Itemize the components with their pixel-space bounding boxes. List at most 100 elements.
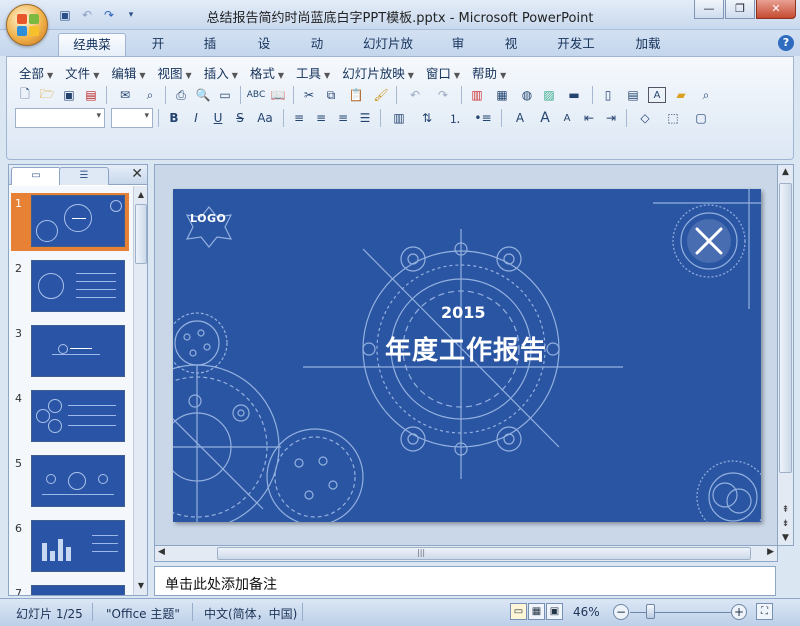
tab-classic-menu[interactable]: 经典菜单 (58, 33, 126, 74)
menu-window[interactable]: 窗口 ▼ (422, 63, 468, 81)
font-color-button[interactable]: A (507, 108, 533, 128)
tab-addins[interactable]: 加载项 (620, 33, 676, 73)
tab-developer[interactable]: 开发工具 (543, 33, 609, 73)
menu-edit[interactable]: 编辑 ▼ (107, 63, 153, 81)
menu-help[interactable]: 帮助 ▼ (468, 63, 514, 81)
columns-icon[interactable]: ▥ (386, 108, 412, 128)
textbox-icon[interactable]: A (648, 87, 666, 103)
email-icon[interactable]: ✉ (112, 85, 138, 105)
permission-icon[interactable]: ▤ (81, 85, 101, 105)
office-button[interactable] (6, 4, 48, 46)
menu-tools[interactable]: 工具 ▼ (292, 63, 338, 81)
panel-scrollbar[interactable]: ▲ ▼ (133, 186, 147, 595)
slide-vertical-scrollbar[interactable]: ▲ ⇞ ⇟ ▼ (778, 164, 794, 546)
italic-button[interactable]: I (186, 108, 206, 128)
current-slide[interactable]: LOGO 2015 年度工作报告 (173, 189, 761, 522)
slide-thumbnail[interactable]: 4 (11, 388, 129, 446)
print-preview-icon[interactable]: 🔍 (193, 85, 213, 105)
grow-font-button[interactable]: A (535, 108, 555, 128)
horizontal-scroll-thumb[interactable] (217, 547, 751, 560)
picture-icon[interactable]: ▨ (539, 85, 559, 105)
minimize-button[interactable]: — (694, 0, 724, 19)
next-slide-button[interactable]: ⇟ (778, 519, 793, 529)
tab-view[interactable]: 视图 (489, 33, 533, 73)
spelling-icon[interactable]: ABC (246, 85, 266, 105)
layout-icon[interactable]: ▭ (215, 85, 235, 105)
print-icon[interactable]: ⎙ (171, 85, 191, 105)
shrink-font-button[interactable]: A (557, 108, 577, 128)
align-center-icon[interactable]: ≡ (311, 108, 331, 128)
paste-icon[interactable]: 📋 (343, 85, 369, 105)
zoom-slider-thumb[interactable] (646, 604, 655, 619)
tab-slides[interactable]: ▭ (11, 167, 61, 185)
decrease-indent-icon[interactable]: ⇤ (579, 108, 599, 128)
slide-thumbnail[interactable]: 1 (11, 193, 129, 251)
bullets-icon[interactable]: •≡ (470, 108, 496, 128)
help-icon[interactable]: ? (778, 35, 794, 51)
menu-all[interactable]: 全部 ▼ (15, 63, 61, 81)
quick-styles-icon[interactable]: ▢ (688, 108, 714, 128)
slide-layout-icon[interactable]: ▤ (620, 85, 646, 105)
increase-indent-icon[interactable]: ⇥ (601, 108, 621, 128)
align-left-icon[interactable]: ≡ (289, 108, 309, 128)
language-indicator[interactable]: 中文(简体，中国) (204, 605, 297, 622)
slide-thumbnail[interactable]: 3 (11, 323, 129, 381)
tab-slideshow[interactable]: 幻灯片放映 (350, 33, 426, 73)
new-slide-icon[interactable]: ▯ (598, 85, 618, 105)
fit-to-window-button[interactable]: ⛶ (756, 603, 773, 620)
change-case-button[interactable]: Aa (252, 108, 278, 128)
zoom-level[interactable]: 46% (573, 605, 600, 619)
strikethrough-button[interactable]: S (230, 108, 250, 128)
font-name-combo[interactable] (15, 108, 105, 128)
slide-sorter-button[interactable]: ▦ (528, 603, 545, 620)
zoom-out-button[interactable]: − (613, 604, 629, 620)
research-icon[interactable]: ⌕ (140, 85, 160, 105)
tab-animation[interactable]: 动画 (295, 33, 339, 73)
menu-slideshow[interactable]: 幻灯片放映 ▼ (338, 63, 422, 81)
slide-thumbnail[interactable]: 2 (11, 258, 129, 316)
copy-icon[interactable]: ⧉ (321, 85, 341, 105)
bold-button[interactable]: B (164, 108, 184, 128)
menu-insert[interactable]: 插入 ▼ (200, 63, 246, 81)
slide-scroll-thumb[interactable] (779, 183, 792, 473)
panel-close-icon[interactable]: ✕ (131, 166, 143, 182)
chart-icon[interactable]: ▥ (467, 85, 487, 105)
restore-button[interactable]: ❐ (725, 0, 755, 19)
menu-view[interactable]: 视图 ▼ (154, 63, 200, 81)
cut-icon[interactable]: ✂ (299, 85, 319, 105)
arrange-icon[interactable]: ⬚ (660, 108, 686, 128)
folder-icon[interactable]: ▰ (668, 85, 694, 105)
slide-thumbnail[interactable]: 6 (11, 518, 129, 576)
numbering-icon[interactable]: ⒈ (442, 108, 468, 128)
underline-button[interactable]: U (208, 108, 228, 128)
save-icon[interactable]: ▣ (59, 85, 79, 105)
text-direction-icon[interactable]: ⇅ (414, 108, 440, 128)
find-icon[interactable]: ⌕ (696, 85, 716, 105)
table-icon[interactable]: ▦ (489, 85, 515, 105)
justify-icon[interactable]: ☰ (355, 108, 375, 128)
tab-review[interactable]: 审阅 (436, 33, 480, 73)
undo-icon[interactable]: ↶ (402, 85, 428, 105)
tab-design[interactable]: 设计 (242, 33, 286, 73)
thesaurus-icon[interactable]: 📖 (268, 85, 288, 105)
menu-format[interactable]: 格式 ▼ (246, 63, 292, 81)
redo-icon[interactable]: ↷ (430, 85, 456, 105)
open-file-icon[interactable]: 🗁 (37, 85, 57, 105)
shapes-icon[interactable]: ◇ (632, 108, 658, 128)
fill-color-icon[interactable]: ▬ (561, 85, 587, 105)
slide-thumbnail[interactable]: 7 (11, 583, 129, 595)
close-button[interactable]: ✕ (756, 0, 796, 19)
format-painter-icon[interactable]: 🖌 (371, 85, 391, 105)
tab-insert[interactable]: 插入 (188, 33, 232, 73)
notes-pane[interactable]: 单击此处添加备注 (154, 566, 776, 596)
font-size-combo[interactable] (111, 108, 153, 128)
previous-slide-button[interactable]: ⇞ (778, 505, 793, 515)
zoom-in-button[interactable]: + (731, 604, 747, 620)
slide-thumbnail[interactable]: 5 (11, 453, 129, 511)
menu-file[interactable]: 文件 ▼ (61, 63, 107, 81)
normal-view-button[interactable]: ▭ (510, 603, 527, 620)
tab-home[interactable]: 开始 (136, 33, 180, 73)
panel-scroll-thumb[interactable] (135, 204, 147, 264)
new-file-icon[interactable]: 🗋 (15, 85, 35, 105)
tab-outline[interactable]: ☰ (59, 167, 109, 185)
